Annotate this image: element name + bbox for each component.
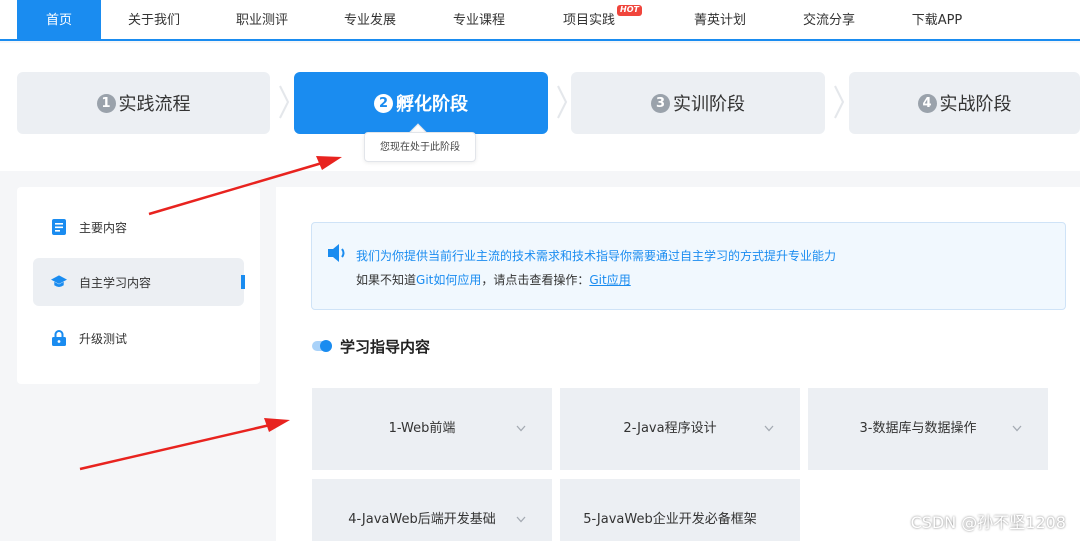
step-number: 1 [96,93,116,113]
step-practice-flow[interactable]: 1 实践流程 [17,72,270,134]
nav-download-app[interactable]: 下载APP [895,0,979,41]
step-label: 实战阶段 [939,94,1012,115]
nav-exchange[interactable]: 交流分享 [787,0,871,41]
step-label: 实践流程 [118,94,191,115]
nav-career-test[interactable]: 职业测评 [220,0,304,41]
lock-icon [51,330,67,346]
chevron-down-icon [764,425,774,432]
step-separator-chevron-icon [279,85,290,119]
document-icon [51,219,67,235]
sidebar: 主要内容 自主学习内容 升级测试 [17,187,260,384]
step-label: 孵化阶段 [396,94,468,115]
git-usage-link[interactable]: Git应用 [589,273,630,287]
stage-steps: 1 实践流程 2 孵化阶段 3 实训阶段 4 实战阶段 [0,43,1080,171]
nav-about[interactable]: 关于我们 [112,0,196,41]
active-indicator [241,275,245,289]
sidebar-item-main-content[interactable]: 主要内容 [33,203,244,251]
notice-help-middle: ，请点击查看操作： [481,273,590,287]
chevron-down-icon [516,425,526,432]
nav-elite-plan[interactable]: 菁英计划 [678,0,762,41]
sidebar-item-self-study[interactable]: 自主学习内容 [33,258,245,306]
section-toggle-icon [312,340,332,352]
course-card-label: 5-JavaWeb企业开发必备框架 [583,512,757,527]
nav-home[interactable]: 首页 [17,0,101,41]
graduation-cap-icon [51,274,67,290]
annotation-arrow-line [79,423,271,471]
step-label: 实训阶段 [673,94,745,115]
watermark: CSDN @孙不坚1208 [910,513,1066,532]
section-title: 学习指导内容 [312,336,430,356]
step-number: 3 [651,93,670,113]
step-training[interactable]: 3 实训阶段 [571,72,825,134]
notice-help-text: 如果不知道Git如何应用，请点击查看操作：Git应用 [356,271,631,288]
git-how-to-link[interactable]: Git如何应用 [416,273,481,287]
sidebar-item-label: 升级测试 [79,331,128,346]
step-number: 4 [917,93,937,113]
speaker-icon [328,244,345,262]
step-incubation[interactable]: 2 孵化阶段 [294,72,548,134]
nav-major-courses[interactable]: 专业课程 [437,0,521,41]
sidebar-item-label: 主要内容 [79,220,128,235]
step-number: 2 [374,93,393,113]
sidebar-item-label: 自主学习内容 [79,275,152,290]
step-separator-chevron-icon [557,85,568,119]
chevron-down-icon [516,516,526,523]
step-combat[interactable]: 4 实战阶段 [849,72,1080,134]
current-stage-tooltip: 您现在处于此阶段 [364,132,476,162]
top-nav: 首页 关于我们 职业测评 专业发展 专业课程 项目实践 HOT 菁英计划 交流分… [0,0,1080,41]
course-card-label: 1-Web前端 [388,421,456,436]
course-card-java-programming[interactable]: 2-Java程序设计 [560,388,800,470]
hot-badge: HOT [617,5,642,16]
course-card-label: 4-JavaWeb后端开发基础 [348,512,496,527]
step-separator-chevron-icon [834,85,845,119]
course-card-web-frontend[interactable]: 1-Web前端 [312,388,552,470]
notice-text: 我们为你提供当前行业主流的技术需求和技术指导你需要通过自主学习的方式提升专业能力 [356,249,837,263]
course-card-javaweb-frameworks[interactable]: 5-JavaWeb企业开发必备框架 [560,479,800,541]
notice-help-prefix: 如果不知道 [356,273,417,287]
chevron-down-icon [1012,425,1022,432]
notice-box: 我们为你提供当前行业主流的技术需求和技术指导你需要通过自主学习的方式提升专业能力… [311,222,1066,310]
course-card-database[interactable]: 3-数据库与数据操作 [808,388,1048,470]
course-card-label: 2-Java程序设计 [623,421,717,436]
nav-major-development[interactable]: 专业发展 [328,0,412,41]
sidebar-item-upgrade-test[interactable]: 升级测试 [33,314,244,362]
section-title-text: 学习指导内容 [340,337,431,356]
course-card-javaweb-backend[interactable]: 4-JavaWeb后端开发基础 [312,479,552,541]
course-card-label: 3-数据库与数据操作 [859,421,977,436]
